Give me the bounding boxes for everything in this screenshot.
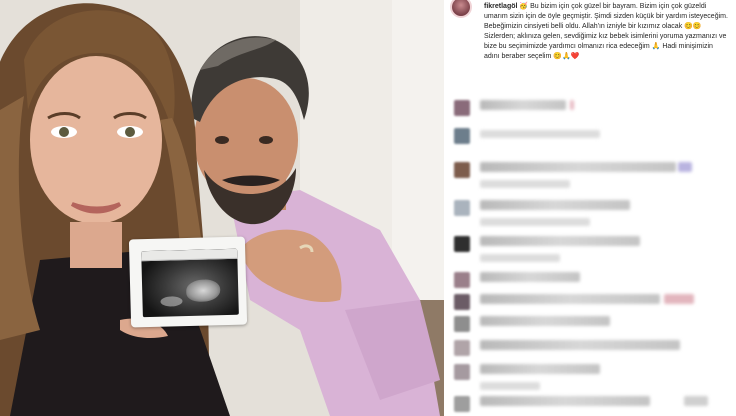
comment-row[interactable] (452, 360, 736, 394)
woman-iris-right (125, 127, 135, 137)
comment-avatar[interactable] (454, 162, 470, 178)
comment-avatar[interactable] (454, 396, 470, 412)
comment-row[interactable] (452, 232, 736, 266)
post-caption: fikretlagöl 🥳 Bu bizim için çok güzel bi… (444, 0, 736, 78)
comment-avatar[interactable] (454, 236, 470, 252)
comment-avatar[interactable] (454, 200, 470, 216)
comment-blurred-text (480, 294, 660, 304)
comment-blurred-meta (480, 382, 540, 390)
caption-text: 🥳 Bu bizim için çok güzel bir bayram. Bi… (484, 3, 728, 60)
comment-blurred-meta (480, 254, 560, 262)
comment-avatar[interactable] (454, 294, 470, 310)
comment-blurred-text (480, 100, 566, 110)
photo-illustration (0, 0, 444, 416)
man-eye-right (259, 136, 273, 144)
comment-blurred-text (480, 364, 600, 374)
comment-emoji-blur (684, 396, 708, 406)
comment-blurred-meta (480, 130, 600, 138)
fetus-shadow (160, 296, 183, 307)
comment-emoji-blur (570, 100, 574, 110)
comment-avatar[interactable] (454, 128, 470, 144)
comments-panel: fikretlagöl 🥳 Bu bizim için çok güzel bi… (444, 0, 736, 416)
comment-blurred-text (480, 340, 680, 350)
comment-row[interactable] (452, 392, 736, 416)
caption-body: fikretlagöl 🥳 Bu bizim için çok güzel bi… (484, 2, 730, 62)
man-eye-left (215, 136, 229, 144)
woman-face (30, 56, 162, 224)
comment-row[interactable] (452, 158, 736, 192)
ultrasound-header-strip (141, 248, 238, 262)
ultrasound-card (128, 236, 248, 328)
comment-row[interactable] (452, 196, 736, 230)
comment-avatar[interactable] (454, 316, 470, 332)
comment-blurred-text (480, 200, 630, 210)
comment-blurred-meta (480, 180, 570, 188)
door-edge (392, 0, 444, 300)
comment-blurred-meta (480, 218, 590, 226)
comment-blurred-text (480, 236, 640, 246)
ultrasound-image (141, 248, 239, 318)
comment-blurred-text (480, 396, 650, 406)
fetus-shape (185, 279, 221, 303)
profile-avatar[interactable] (450, 0, 472, 18)
comment-avatar[interactable] (454, 272, 470, 288)
comment-avatar[interactable] (454, 364, 470, 380)
username-link[interactable]: fikretlagöl (484, 3, 517, 10)
woman-iris-left (59, 127, 69, 137)
comment-avatar[interactable] (454, 340, 470, 356)
comment-avatar[interactable] (454, 100, 470, 116)
comment-blurred-text (480, 272, 580, 282)
comment-emoji-blur (678, 162, 692, 172)
woman-neck (70, 222, 122, 268)
comment-emoji-blur (664, 294, 694, 304)
comment-blurred-text (480, 316, 610, 326)
post-photo (0, 0, 444, 416)
comment-row[interactable] (452, 124, 736, 158)
comment-blurred-text (480, 162, 676, 172)
